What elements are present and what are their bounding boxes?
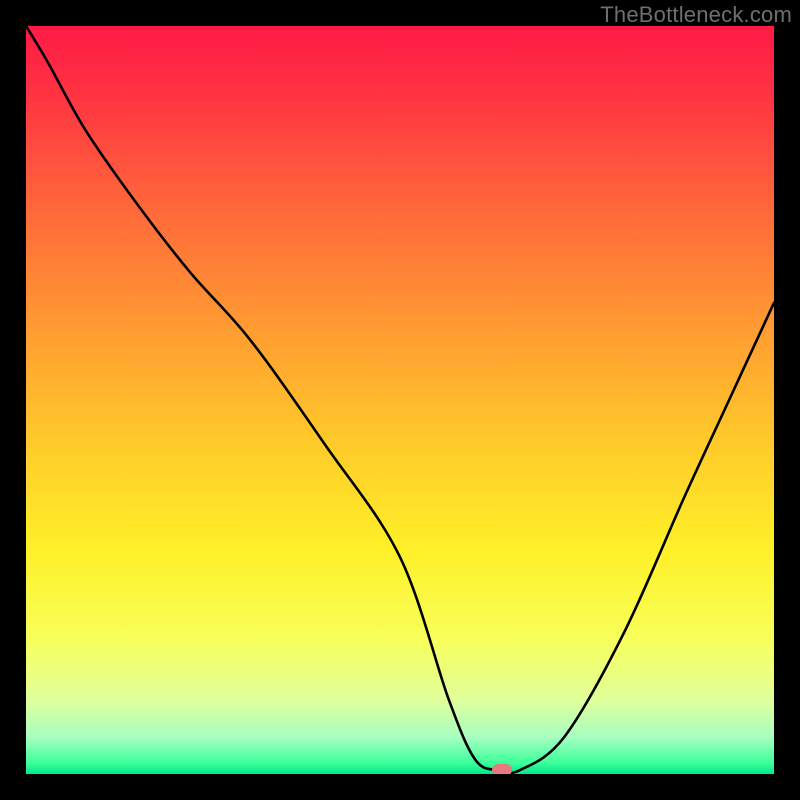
optimal-point-marker (492, 764, 512, 775)
bottleneck-curve (26, 26, 774, 774)
plot-area (26, 26, 774, 774)
watermark-text: TheBottleneck.com (600, 2, 792, 28)
chart-frame: TheBottleneck.com (0, 0, 800, 800)
